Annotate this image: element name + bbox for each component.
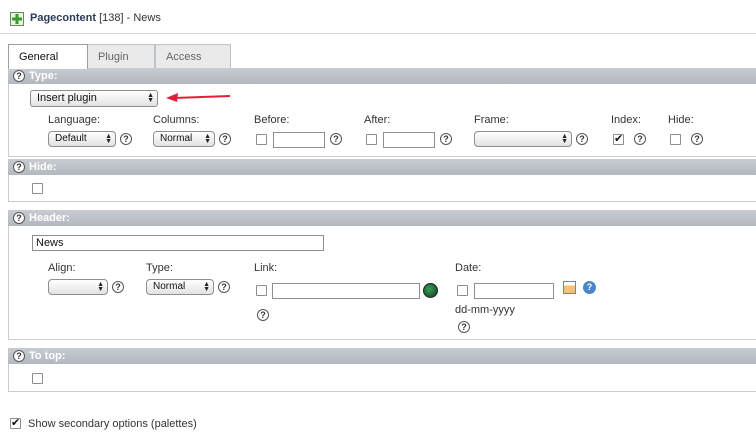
header-section-header: ? Header: [8,210,756,226]
hide-checkbox[interactable] [670,134,681,145]
type-section-header: ? Type: [8,68,756,84]
tab-general[interactable]: General [8,44,88,69]
header-input[interactable]: News [32,235,324,251]
date-label: Date: [455,262,482,274]
header-type-label: Type: [146,262,173,274]
header-divider [0,33,756,34]
select-arrows-icon: ▲ ▼ [203,281,210,293]
to-top-checkbox[interactable] [32,373,43,384]
select-arrows-icon: ▲ ▼ [204,133,211,145]
index-label: Index: [611,114,641,126]
date-checkbox[interactable] [457,285,468,296]
language-select[interactable]: Default ▲ ▼ [48,131,116,147]
help-icon[interactable]: ? [13,212,25,224]
select-arrows-icon: ▲ ▼ [561,133,568,145]
page-content-icon [10,12,24,26]
help-icon[interactable]: ? [112,281,124,293]
hidden-checkbox[interactable] [32,183,43,194]
help-icon[interactable]: ? [440,133,452,145]
header-type-select[interactable]: Normal ▲ ▼ [146,279,214,295]
align-select[interactable]: ▲ ▼ [48,279,108,295]
totop-section-header: ? To top: [8,348,756,364]
date-input[interactable] [474,283,554,299]
type-select[interactable]: Insert plugin ▲ ▼ [30,90,158,107]
index-checkbox[interactable] [613,132,624,145]
select-arrows-icon: ▲ ▼ [105,133,112,145]
calendar-icon[interactable] [563,281,576,294]
link-browser-globe-icon[interactable] [423,283,438,298]
tab-access[interactable]: Access [155,44,231,68]
after-checkbox[interactable] [366,134,377,145]
select-arrows-icon: ▲ ▼ [147,92,154,104]
date-format-hint: dd-mm-yyyy [455,304,515,316]
help-icon[interactable]: ? [634,133,646,145]
help-icon[interactable]: ? [257,309,269,321]
help-icon[interactable]: ? [13,350,25,362]
link-input[interactable] [272,283,420,299]
columns-label: Columns: [153,114,200,126]
before-input[interactable] [273,132,325,148]
tab-plugin[interactable]: Plugin [87,44,155,68]
help-icon[interactable]: ? [120,133,132,145]
info-help-icon[interactable]: ? [583,281,596,294]
help-icon[interactable]: ? [458,321,470,333]
after-label: After: [364,114,391,126]
secondary-options-label[interactable]: Show secondary options (palettes) [28,418,197,430]
align-label: Align: [48,262,76,274]
hide-section-body [8,175,756,202]
before-label: Before: [254,114,290,126]
help-icon[interactable]: ? [691,133,703,145]
totop-section-body [8,364,756,392]
secondary-options-checkbox[interactable] [10,416,21,429]
select-arrows-icon: ▲ ▼ [97,281,104,293]
help-icon[interactable]: ? [13,70,25,82]
red-arrow-annotation [166,93,231,102]
language-label: Language: [48,114,100,126]
help-icon[interactable]: ? [330,133,342,145]
before-checkbox[interactable] [256,134,267,145]
hide-label: Hide: [668,114,694,126]
link-label: Link: [254,262,278,274]
after-input[interactable] [383,132,435,148]
link-checkbox[interactable] [256,285,267,296]
columns-select[interactable]: Normal ▲ ▼ [153,131,215,147]
help-icon[interactable]: ? [576,133,588,145]
help-icon[interactable]: ? [219,133,231,145]
frame-select[interactable]: ▲ ▼ [474,131,572,147]
frame-label: Frame: [474,114,509,126]
page-title: Pagecontent [138] - News [30,12,161,24]
hide-section-header: ? Hide: [8,159,756,175]
help-icon[interactable]: ? [13,161,25,173]
help-icon[interactable]: ? [218,281,230,293]
